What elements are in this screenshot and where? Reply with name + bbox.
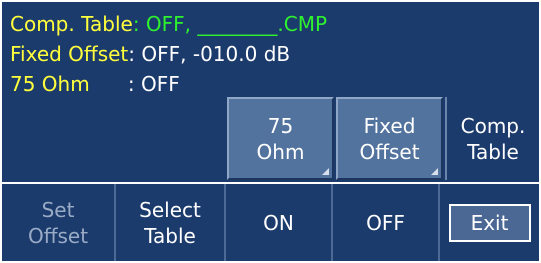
comp-table-label: Comp. Table: [10, 12, 133, 36]
submenu-corner-icon: [431, 168, 438, 175]
fixed-offset-line2: Offset: [359, 139, 420, 164]
select-table-softkey[interactable]: Select Table: [116, 184, 226, 261]
status-panel: Comp. Table: OFF, ________.CMP Fixed Off…: [2, 2, 539, 182]
off-softkey[interactable]: OFF: [333, 184, 440, 261]
select-table-line1: Select: [139, 197, 201, 222]
fixed-offset-status: Fixed Offset: OFF, -010.0 dB: [10, 42, 290, 66]
comp-table-status: Comp. Table: OFF, ________.CMP: [10, 12, 327, 36]
exit-button[interactable]: Exit: [448, 203, 531, 242]
fixed-offset-softkey[interactable]: Fixed Offset: [336, 97, 443, 180]
submenu-corner-icon: [322, 168, 329, 175]
ohm-label: 75 Ohm: [10, 72, 90, 96]
ohm-status: 75 Ohm : OFF: [10, 72, 180, 96]
comp-table-state: OFF,: [139, 12, 192, 36]
fixed-offset-label: Fixed Offset: [10, 42, 129, 66]
comp-table-key-line2: Table: [467, 139, 519, 164]
fixed-offset-line1: Fixed: [363, 113, 416, 138]
exit-label: Exit: [470, 210, 509, 235]
ohm-separator: :: [89, 72, 135, 96]
on-label: ON: [263, 210, 294, 235]
softkey-bar: Set Offset Select Table ON OFF Exit: [2, 184, 539, 261]
instrument-screen: Comp. Table: OFF, ________.CMP Fixed Off…: [0, 0, 541, 263]
comp-table-separator: :: [132, 12, 140, 36]
ohm-75-line2: Ohm: [256, 139, 305, 164]
off-label: OFF: [366, 210, 405, 235]
exit-softkey[interactable]: Exit: [440, 184, 539, 261]
on-softkey[interactable]: ON: [226, 184, 333, 261]
comp-table-softkey[interactable]: Comp. Table: [445, 97, 539, 180]
ohm-state: OFF: [134, 72, 180, 96]
comp-table-filename: ________.CMP: [191, 12, 328, 36]
set-offset-softkey[interactable]: Set Offset: [2, 184, 116, 261]
select-table-line2: Table: [144, 223, 196, 248]
ohm-75-line1: 75: [267, 113, 294, 138]
set-offset-line2: Offset: [27, 223, 89, 248]
set-offset-line1: Set: [41, 197, 75, 222]
fixed-offset-value: -010.0 dB: [186, 42, 291, 66]
fixed-offset-state: OFF,: [135, 42, 187, 66]
ohm-75-softkey[interactable]: 75 Ohm: [227, 97, 334, 180]
comp-table-key-line1: Comp.: [460, 113, 526, 138]
